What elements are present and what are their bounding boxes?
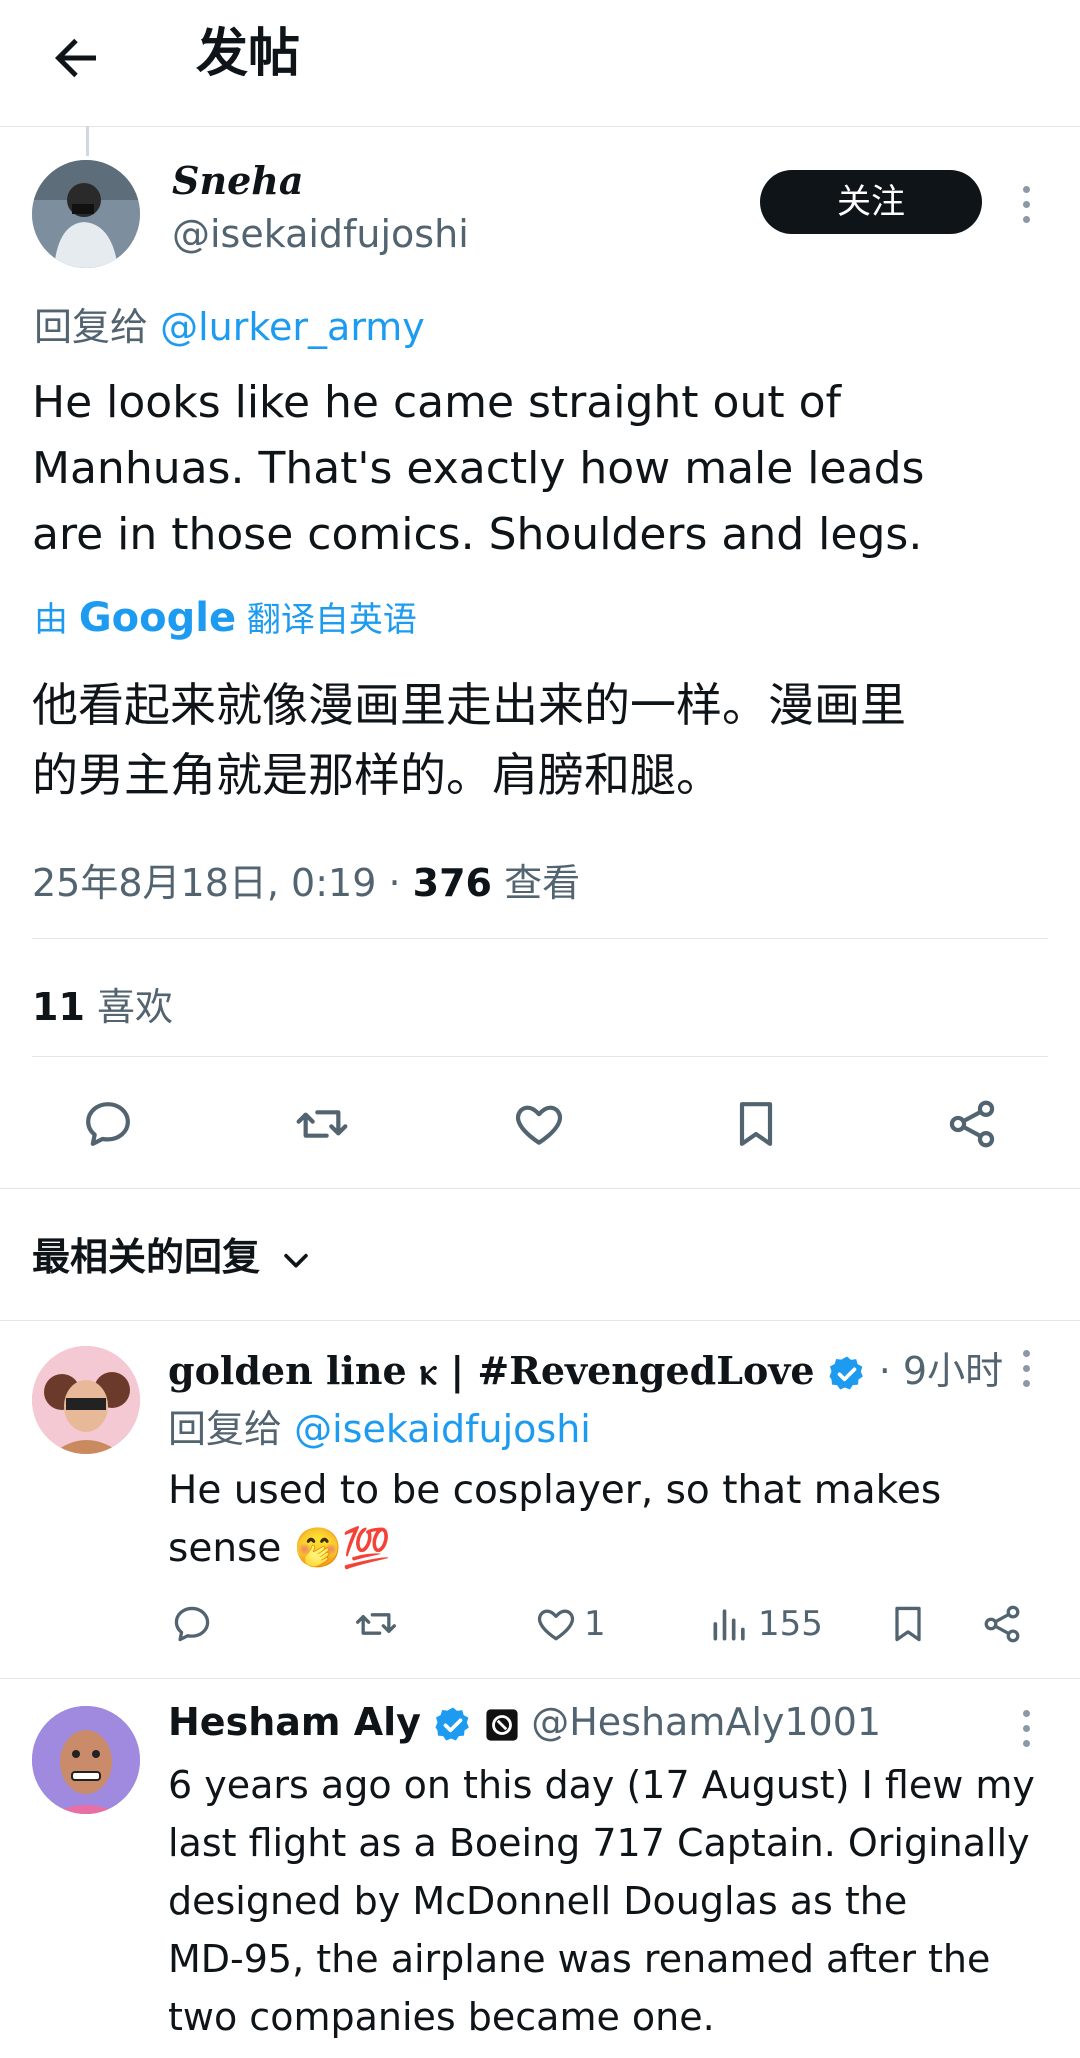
reply-to-line: 回复给 @isekaidfujoshi	[168, 1398, 591, 1453]
avatar-photo-icon	[32, 160, 140, 268]
likes-count: 11	[32, 985, 85, 1029]
section-divider	[0, 1188, 1080, 1189]
more-options-icon[interactable]	[1020, 186, 1032, 231]
chevron-down-icon	[284, 1253, 309, 1268]
divider	[0, 1678, 1080, 1679]
verified-badge-icon	[829, 1356, 863, 1389]
reply-time: · 9小时	[878, 1349, 1004, 1393]
reply-avatar[interactable]	[32, 1346, 140, 1454]
reply-body-line: MD-95, the airplane was renamed after th…	[168, 1937, 991, 1981]
reply-display-name[interactable]: golden line ⲕ | #RevengedLove	[168, 1348, 815, 1393]
post-body-line: are in those comics. Shoulders and legs.	[32, 509, 923, 560]
reply-to-handle[interactable]: @isekaidfujoshi	[294, 1407, 591, 1451]
divider	[0, 1320, 1080, 1321]
translate-suffix: 翻译自英语	[246, 600, 417, 640]
post-body-line: Manhuas. That's exactly how male leads	[32, 443, 925, 494]
post-meta: 25年8月18日, 0:19 · 376 查看	[32, 852, 580, 907]
reply-body-line: 6 years ago on this day (17 August) I fl…	[168, 1763, 1035, 1807]
translate-prefix: 由	[34, 600, 68, 640]
translated-body: 他看起来就像漫画里走出来的一样。漫画里 的男主角就是那样的。肩膀和腿。	[32, 670, 906, 810]
follow-button[interactable]: 关注	[760, 170, 982, 234]
like-heart-icon[interactable]	[534, 1602, 578, 1646]
likes-stat[interactable]: 11 喜欢	[32, 976, 173, 1031]
reply-body-line: sense 🤭💯	[168, 1526, 391, 1571]
post-body-line: He looks like he came straight out of	[32, 377, 841, 428]
repost-icon[interactable]	[354, 1602, 398, 1646]
reply-avatar[interactable]	[32, 1706, 140, 1814]
page-title: 发帖	[196, 24, 301, 84]
replies-sort-dropdown[interactable]: 最相关的回复	[32, 1226, 313, 1281]
like-heart-icon[interactable]	[511, 1096, 567, 1152]
reply-to-prefix: 回复给	[34, 305, 149, 349]
translation-attribution[interactable]: 由 Google 翻译自英语	[34, 592, 417, 641]
reply-more-options-icon[interactable]	[1020, 1350, 1032, 1395]
author-avatar[interactable]	[32, 160, 140, 268]
reply-header: Hesham Aly @HeshamAly1001	[168, 1700, 881, 1745]
reply-to-line: 回复给 @lurker_army	[34, 296, 425, 351]
reply-icon[interactable]	[170, 1602, 214, 1646]
divider	[32, 1056, 1048, 1057]
reply-to-prefix: 回复给	[168, 1407, 283, 1451]
reply-body-line: last flight as a Boeing 717 Captain. Ori…	[168, 1821, 1030, 1865]
translated-line: 他看起来就像漫画里走出来的一样。漫画里	[32, 678, 906, 732]
post-timestamp[interactable]: 25年8月18日, 0:19	[32, 861, 376, 905]
replies-sort-label: 最相关的回复	[32, 1235, 261, 1279]
back-arrow-icon[interactable]	[46, 28, 106, 88]
thread-connector	[86, 126, 89, 156]
reply-body-line: two companies became one.	[168, 1995, 715, 2039]
reply-body: He used to be cosplayer, so that makes s…	[168, 1462, 941, 1578]
views-count: 376	[412, 861, 492, 905]
top-bar: 发帖	[0, 0, 1080, 127]
share-icon[interactable]	[944, 1096, 1000, 1152]
google-logo: Google	[78, 595, 237, 641]
repost-icon[interactable]	[294, 1096, 350, 1152]
reply-handle[interactable]: @HeshamAly1001	[531, 1700, 881, 1744]
share-icon[interactable]	[980, 1602, 1024, 1646]
divider	[32, 938, 1048, 939]
avatar-photo-icon	[32, 1346, 140, 1454]
reply-display-name[interactable]: Hesham Aly	[168, 1700, 421, 1744]
reply-body-line: He used to be cosplayer, so that makes	[168, 1468, 942, 1513]
translated-line: 的男主角就是那样的。肩膀和腿。	[32, 748, 722, 802]
reply-body: 6 years ago on this day (17 August) I fl…	[168, 1756, 1035, 2046]
bookmark-icon[interactable]	[886, 1602, 930, 1646]
reply-to-handle[interactable]: @lurker_army	[160, 305, 425, 349]
reply-like-count: 1	[584, 1604, 606, 1644]
reply-view-count: 155	[758, 1604, 823, 1644]
reply-body-line: designed by McDonnell Douglas as the	[168, 1879, 908, 1923]
reply-icon[interactable]	[80, 1096, 136, 1152]
reply-header: golden line ⲕ | #RevengedLove · 9小时	[168, 1340, 1003, 1395]
views-label: 查看	[504, 861, 581, 905]
verified-badge-icon	[435, 1707, 469, 1740]
reply-more-options-icon[interactable]	[1020, 1710, 1032, 1755]
affiliate-badge-icon	[486, 1708, 518, 1741]
author-display-name[interactable]: Sneha	[172, 158, 304, 203]
meta-separator: ·	[388, 861, 401, 905]
bookmark-icon[interactable]	[728, 1096, 784, 1152]
post-body: He looks like he came straight out of Ma…	[32, 370, 924, 568]
author-handle[interactable]: @isekaidfujoshi	[172, 212, 469, 256]
avatar-cartoon-icon	[32, 1706, 140, 1814]
likes-label: 喜欢	[96, 985, 173, 1029]
views-chart-icon[interactable]	[708, 1602, 752, 1646]
